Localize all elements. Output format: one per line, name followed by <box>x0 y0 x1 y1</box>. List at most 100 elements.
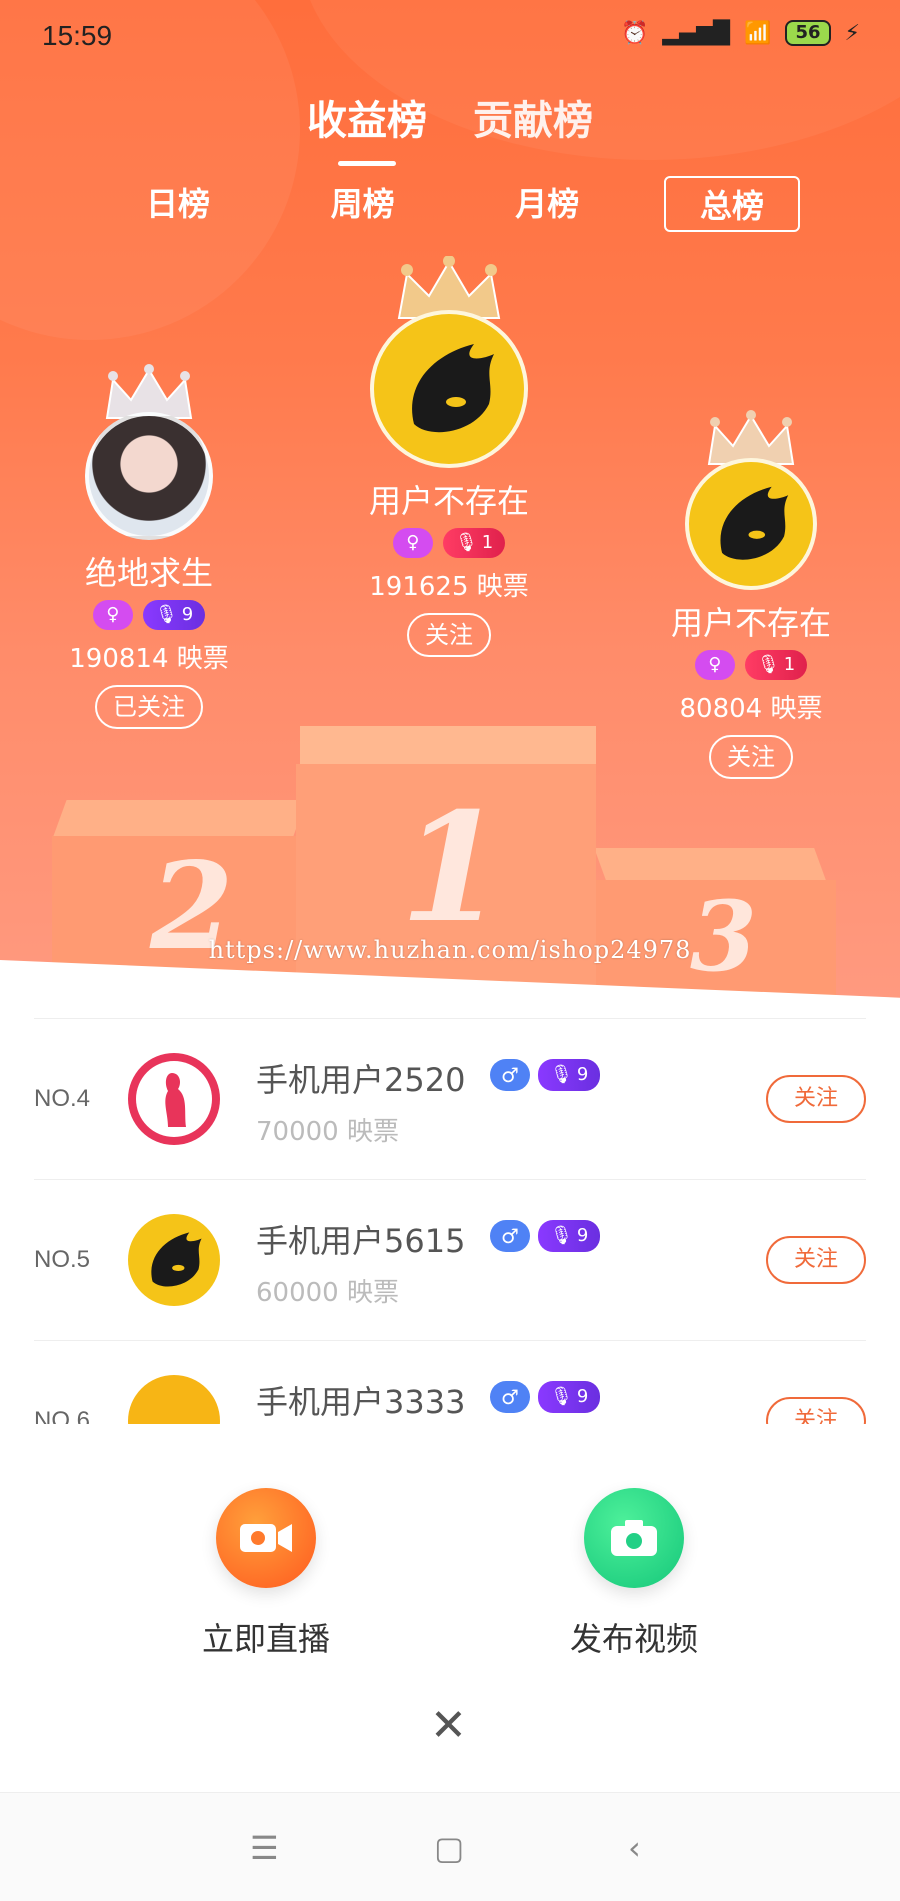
follow-button[interactable]: 已关注 <box>95 685 203 729</box>
ranking-list[interactable]: NO.4 手机用户2520 ♂ 🎙 9 70000 映票 关注 NO.5 手机用户… <box>34 1018 866 1424</box>
rank-label: NO.5 <box>34 1246 91 1273</box>
avatar[interactable] <box>685 458 817 590</box>
female-icon: ♀ <box>392 528 433 558</box>
mic-icon: 🎙 <box>550 1225 573 1246</box>
mic-icon: 🎙 <box>550 1386 573 1407</box>
flame-logo-icon <box>412 344 494 433</box>
badges: ♀ 🎙 1 <box>344 528 554 558</box>
alarm-icon: ⏰ <box>620 20 649 46</box>
tab-total[interactable]: 总榜 <box>663 176 800 232</box>
signal-icon: ▂▄▆█ <box>662 20 731 46</box>
tab-monthly[interactable]: 月榜 <box>479 176 615 232</box>
user-name: 绝地求生 <box>84 554 213 592</box>
badges: ♂ 🎙 9 <box>490 1220 601 1252</box>
publish-sheet: 立即直播 发布视频 ✕ <box>0 1424 900 1792</box>
podium-user-first: 用户不存在 ♀ 🎙 1 191625 映票 关注 <box>344 255 554 657</box>
follow-button[interactable]: 关注 <box>766 1397 866 1424</box>
mic-icon: 🎙 <box>154 604 178 625</box>
flame-logo-icon <box>720 486 789 560</box>
male-icon: ♂ <box>490 1220 530 1252</box>
post-video-action[interactable]: 发布视频 <box>524 1488 744 1660</box>
female-icon: ♀ <box>694 650 735 680</box>
level-badge: 🎙 1 <box>744 650 808 680</box>
level-value: 9 <box>181 604 194 625</box>
tab-weekly[interactable]: 周榜 <box>295 176 431 232</box>
avatar[interactable] <box>370 310 528 468</box>
badges: ♂ 🎙 9 <box>490 1059 601 1091</box>
close-icon[interactable]: ✕ <box>430 1700 467 1751</box>
user-name: 手机用户3333 <box>256 1383 466 1421</box>
tab-label: 贡献榜 <box>473 98 593 144</box>
dancer-silhouette-icon <box>136 1061 212 1137</box>
period-tabs: 日榜 周榜 月榜 总榜 <box>110 176 800 232</box>
vote-count: 191625 映票 <box>369 572 529 602</box>
mic-icon: 🎙 <box>550 1064 573 1085</box>
follow-button[interactable]: 关注 <box>766 1236 866 1284</box>
mic-icon: 🎙 <box>454 532 478 553</box>
podium-user-second: 绝地求生 ♀ 🎙 9 190814 映票 已关注 <box>44 364 254 729</box>
level-badge: 🎙 9 <box>538 1059 601 1091</box>
badges: ♂ 🎙 9 <box>490 1381 601 1413</box>
level-badge: 🎙 9 <box>538 1381 601 1413</box>
vote-count: 70000 映票 <box>256 1117 399 1147</box>
level-badge: 🎙 1 <box>442 528 506 558</box>
user-name: 手机用户2520 <box>256 1061 466 1099</box>
tab-daily[interactable]: 日榜 <box>110 176 246 232</box>
podium-user-third: 用户不存在 ♀ 🎙 1 80804 映票 关注 <box>646 410 856 779</box>
podium-number-1: 1 <box>400 780 505 956</box>
level-badge: 🎙 9 <box>142 600 206 630</box>
male-icon: ♂ <box>490 1059 530 1091</box>
rank-label: NO.6 <box>34 1407 91 1424</box>
vote-count: 80804 映票 <box>679 694 823 724</box>
post-video-label: 发布视频 <box>569 1620 698 1658</box>
avatar[interactable] <box>128 1214 220 1306</box>
status-time: 15:59 <box>42 20 113 51</box>
watermark-text: https://www.huzhan.com/ishop24978 <box>208 936 692 964</box>
back-icon[interactable]: ‹ <box>628 1829 641 1867</box>
user-name: 用户不存在 <box>368 482 529 520</box>
follow-button[interactable]: 关注 <box>766 1075 866 1123</box>
avatar[interactable] <box>128 1053 220 1145</box>
follow-button[interactable]: 关注 <box>407 613 491 657</box>
level-badge: 🎙 9 <box>538 1220 601 1252</box>
avatar[interactable] <box>85 412 213 540</box>
level-value: 9 <box>576 1225 589 1246</box>
male-icon: ♂ <box>490 1381 530 1413</box>
charging-icon: ⚡ <box>844 20 860 46</box>
mic-icon: 🎙 <box>756 654 780 675</box>
main-tabs: 收益榜 贡献榜 <box>0 88 900 166</box>
active-tab-indicator <box>338 161 396 166</box>
go-live-label: 立即直播 <box>201 1620 330 1658</box>
tab-label: 收益榜 <box>307 98 427 144</box>
status-icons: ⏰ ▂▄▆█ 📶 56 ⚡ <box>621 20 860 46</box>
level-value: 1 <box>481 532 494 553</box>
level-value: 9 <box>576 1386 589 1407</box>
female-icon: ♀ <box>92 600 133 630</box>
go-live-action[interactable]: 立即直播 <box>156 1488 376 1660</box>
battery-icon: 56 <box>785 20 831 46</box>
camera-icon[interactable] <box>584 1488 684 1588</box>
wifi-icon: 📶 <box>744 20 772 46</box>
status-bar: 15:59 ⏰ ▂▄▆█ 📶 56 ⚡ <box>0 0 900 72</box>
flame-logo-icon <box>151 1232 202 1287</box>
system-nav-bar: ☰ ▢ ‹ <box>0 1792 900 1901</box>
vote-count: 190814 映票 <box>69 644 229 674</box>
badges: ♀ 🎙 9 <box>44 600 254 630</box>
video-camera-icon[interactable] <box>216 1488 316 1588</box>
home-icon[interactable]: ▢ <box>434 1829 464 1867</box>
level-value: 9 <box>576 1064 589 1085</box>
avatar[interactable] <box>128 1375 220 1424</box>
rank-label: NO.4 <box>34 1085 91 1112</box>
menu-icon[interactable]: ☰ <box>250 1829 279 1867</box>
tab-contribution-rank[interactable]: 贡献榜 <box>473 88 593 146</box>
list-item[interactable]: NO.5 手机用户5615 ♂ 🎙 9 60000 映票 关注 <box>34 1179 866 1340</box>
tab-earnings-rank[interactable]: 收益榜 <box>307 88 427 166</box>
vote-count: 60000 映票 <box>256 1278 399 1308</box>
badges: ♀ 🎙 1 <box>646 650 856 680</box>
follow-button[interactable]: 关注 <box>709 735 793 779</box>
list-item[interactable]: NO.4 手机用户2520 ♂ 🎙 9 70000 映票 关注 <box>34 1018 866 1179</box>
list-item[interactable]: NO.6 手机用户3333 ♂ 🎙 9 关注 <box>34 1340 866 1424</box>
level-value: 1 <box>783 654 796 675</box>
user-name: 用户不存在 <box>670 604 831 642</box>
user-name: 手机用户5615 <box>256 1222 466 1260</box>
